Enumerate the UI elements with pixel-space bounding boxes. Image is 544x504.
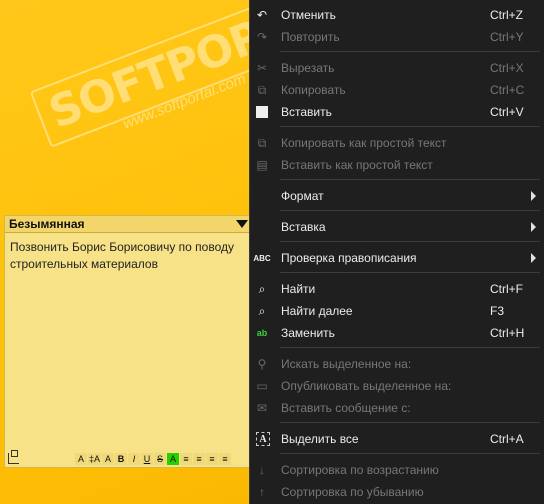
align-center-button[interactable]: ≡ bbox=[193, 453, 206, 465]
replace-icon: ab bbox=[256, 328, 268, 338]
menu-item-shortcut: Ctrl+Z bbox=[490, 8, 523, 22]
menu-item-search-selected[interactable]: ⚲ Искать выделенное на: bbox=[250, 353, 544, 375]
note-footer: A ‡A A B I U S A ≡ ≡ ≡ ≡ bbox=[5, 449, 251, 467]
menu-item-format[interactable]: Формат bbox=[250, 185, 544, 207]
menu-separator bbox=[280, 210, 540, 211]
menu-item-label: Найти далее bbox=[281, 304, 353, 318]
menu-separator bbox=[280, 347, 540, 348]
menu-item-publish-selected[interactable]: ▭ Опубликовать выделенное на: bbox=[250, 375, 544, 397]
font-color-button[interactable]: A bbox=[102, 453, 115, 465]
resize-grip-icon[interactable] bbox=[8, 449, 19, 464]
font-button[interactable]: A bbox=[75, 453, 87, 465]
menu-item-undo[interactable]: ↶ Отменить Ctrl+Z bbox=[250, 4, 544, 26]
menu-separator bbox=[280, 51, 540, 52]
copy-icon: ⧉ bbox=[257, 82, 267, 97]
menu-item-label: Сортировка по убыванию bbox=[281, 485, 424, 499]
menu-item-label: Выделить все bbox=[281, 432, 359, 446]
strikethrough-button[interactable]: S bbox=[154, 453, 167, 465]
menu-item-label: Повторить bbox=[281, 30, 340, 44]
menu-item-shortcut: Ctrl+H bbox=[490, 326, 525, 340]
submenu-arrow-icon bbox=[531, 191, 536, 201]
menu-item-shortcut: Ctrl+F bbox=[490, 282, 523, 296]
undo-icon: ↶ bbox=[256, 8, 268, 22]
menu-item-cut[interactable]: ✂ Вырезать Ctrl+X bbox=[250, 57, 544, 79]
publish-icon: ▭ bbox=[256, 379, 268, 393]
note-text[interactable]: Позвонить Борис Борисовичу по поводу стр… bbox=[5, 233, 251, 273]
menu-item-shortcut: Ctrl+C bbox=[490, 83, 525, 97]
menu-item-label: Вставить как простой текст bbox=[281, 158, 433, 172]
menu-separator bbox=[280, 422, 540, 423]
spellcheck-icon: ABC bbox=[253, 253, 271, 263]
menu-item-find[interactable]: ⌕ Найти Ctrl+F bbox=[250, 278, 544, 300]
note-title-bar[interactable]: Безымянная bbox=[5, 216, 251, 233]
menu-item-label: Копировать bbox=[281, 83, 346, 97]
menu-item-redo[interactable]: ↷ Повторить Ctrl+Y bbox=[250, 26, 544, 48]
note-title: Безымянная bbox=[9, 217, 85, 231]
paste-icon bbox=[254, 104, 270, 120]
list-button[interactable]: ≡ bbox=[219, 453, 232, 465]
menu-item-label: Вставить сообщение с: bbox=[281, 401, 411, 415]
paste-plain-icon: ▤ bbox=[256, 158, 268, 172]
select-all-icon: A bbox=[256, 432, 270, 446]
menu-item-sort-desc[interactable]: ↑ Сортировка по убыванию bbox=[250, 481, 544, 503]
menu-item-paste-plain[interactable]: ▤ Вставить как простой текст bbox=[250, 154, 544, 176]
menu-item-label: Формат bbox=[281, 189, 324, 203]
menu-item-select-all[interactable]: A Выделить все Ctrl+A bbox=[250, 428, 544, 450]
menu-item-insert-message[interactable]: ✉ Вставить сообщение с: bbox=[250, 397, 544, 419]
copy-plain-icon: ⧉ bbox=[257, 135, 267, 150]
menu-item-label: Найти bbox=[281, 282, 316, 296]
sort-asc-icon: ↓ bbox=[259, 463, 265, 477]
menu-item-shortcut: Ctrl+Y bbox=[490, 30, 524, 44]
menu-item-shortcut: F3 bbox=[490, 304, 505, 318]
bold-button[interactable]: B bbox=[115, 453, 128, 465]
menu-item-label: Сортировка по возрастанию bbox=[281, 463, 439, 477]
menu-item-label: Заменить bbox=[281, 326, 335, 340]
menu-item-label: Вставить bbox=[281, 105, 332, 119]
underline-button[interactable]: U bbox=[141, 453, 154, 465]
menu-separator bbox=[280, 453, 540, 454]
search-icon: ⚲ bbox=[257, 357, 267, 371]
italic-button[interactable]: I bbox=[128, 453, 141, 465]
menu-item-label: Копировать как простой текст bbox=[281, 136, 447, 150]
menu-item-find-next[interactable]: ⌕ Найти далее F3 bbox=[250, 300, 544, 322]
menu-item-label: Вырезать bbox=[281, 61, 335, 75]
menu-item-shortcut: Ctrl+V bbox=[490, 105, 524, 119]
sort-desc-icon: ↑ bbox=[259, 485, 265, 499]
menu-item-label: Искать выделенное на: bbox=[281, 357, 412, 371]
menu-item-label: Проверка правописания bbox=[281, 251, 417, 265]
menu-item-sort-asc[interactable]: ↓ Сортировка по возрастанию bbox=[250, 459, 544, 481]
align-right-button[interactable]: ≡ bbox=[206, 453, 219, 465]
submenu-arrow-icon bbox=[531, 222, 536, 232]
align-left-button[interactable]: ≡ bbox=[180, 453, 193, 465]
menu-item-spellcheck[interactable]: ABC Проверка правописания bbox=[250, 247, 544, 269]
note-menu-dropdown-icon[interactable] bbox=[236, 220, 248, 228]
context-menu: ↶ Отменить Ctrl+Z ↷ Повторить Ctrl+Y ✂ В… bbox=[249, 0, 544, 504]
message-icon: ✉ bbox=[256, 401, 268, 415]
menu-item-label: Вставка bbox=[281, 220, 326, 234]
menu-item-shortcut: Ctrl+X bbox=[490, 61, 524, 75]
highlight-button[interactable]: A bbox=[167, 453, 180, 465]
menu-item-insert[interactable]: Вставка bbox=[250, 216, 544, 238]
sticky-note[interactable]: Безымянная Позвонить Борис Борисовичу по… bbox=[4, 215, 252, 468]
menu-separator bbox=[280, 179, 540, 180]
binoculars-icon: ⌕ bbox=[258, 281, 266, 296]
redo-icon: ↷ bbox=[256, 30, 268, 44]
menu-item-paste[interactable]: Вставить Ctrl+V bbox=[250, 101, 544, 123]
menu-item-copy[interactable]: ⧉ Копировать Ctrl+C bbox=[250, 79, 544, 101]
menu-item-copy-plain[interactable]: ⧉ Копировать как простой текст bbox=[250, 132, 544, 154]
menu-item-shortcut: Ctrl+A bbox=[490, 432, 524, 446]
format-toolbar: A ‡A A B I U S A ≡ ≡ ≡ ≡ bbox=[75, 453, 232, 465]
menu-separator bbox=[280, 126, 540, 127]
menu-item-label: Отменить bbox=[281, 8, 336, 22]
font-size-button[interactable]: ‡A bbox=[88, 453, 102, 465]
menu-separator bbox=[280, 272, 540, 273]
menu-item-replace[interactable]: ab Заменить Ctrl+H bbox=[250, 322, 544, 344]
menu-separator bbox=[280, 241, 540, 242]
scissors-icon: ✂ bbox=[256, 61, 268, 75]
menu-item-label: Опубликовать выделенное на: bbox=[281, 379, 452, 393]
submenu-arrow-icon bbox=[531, 253, 536, 263]
find-next-icon: ⌕ bbox=[258, 303, 266, 318]
